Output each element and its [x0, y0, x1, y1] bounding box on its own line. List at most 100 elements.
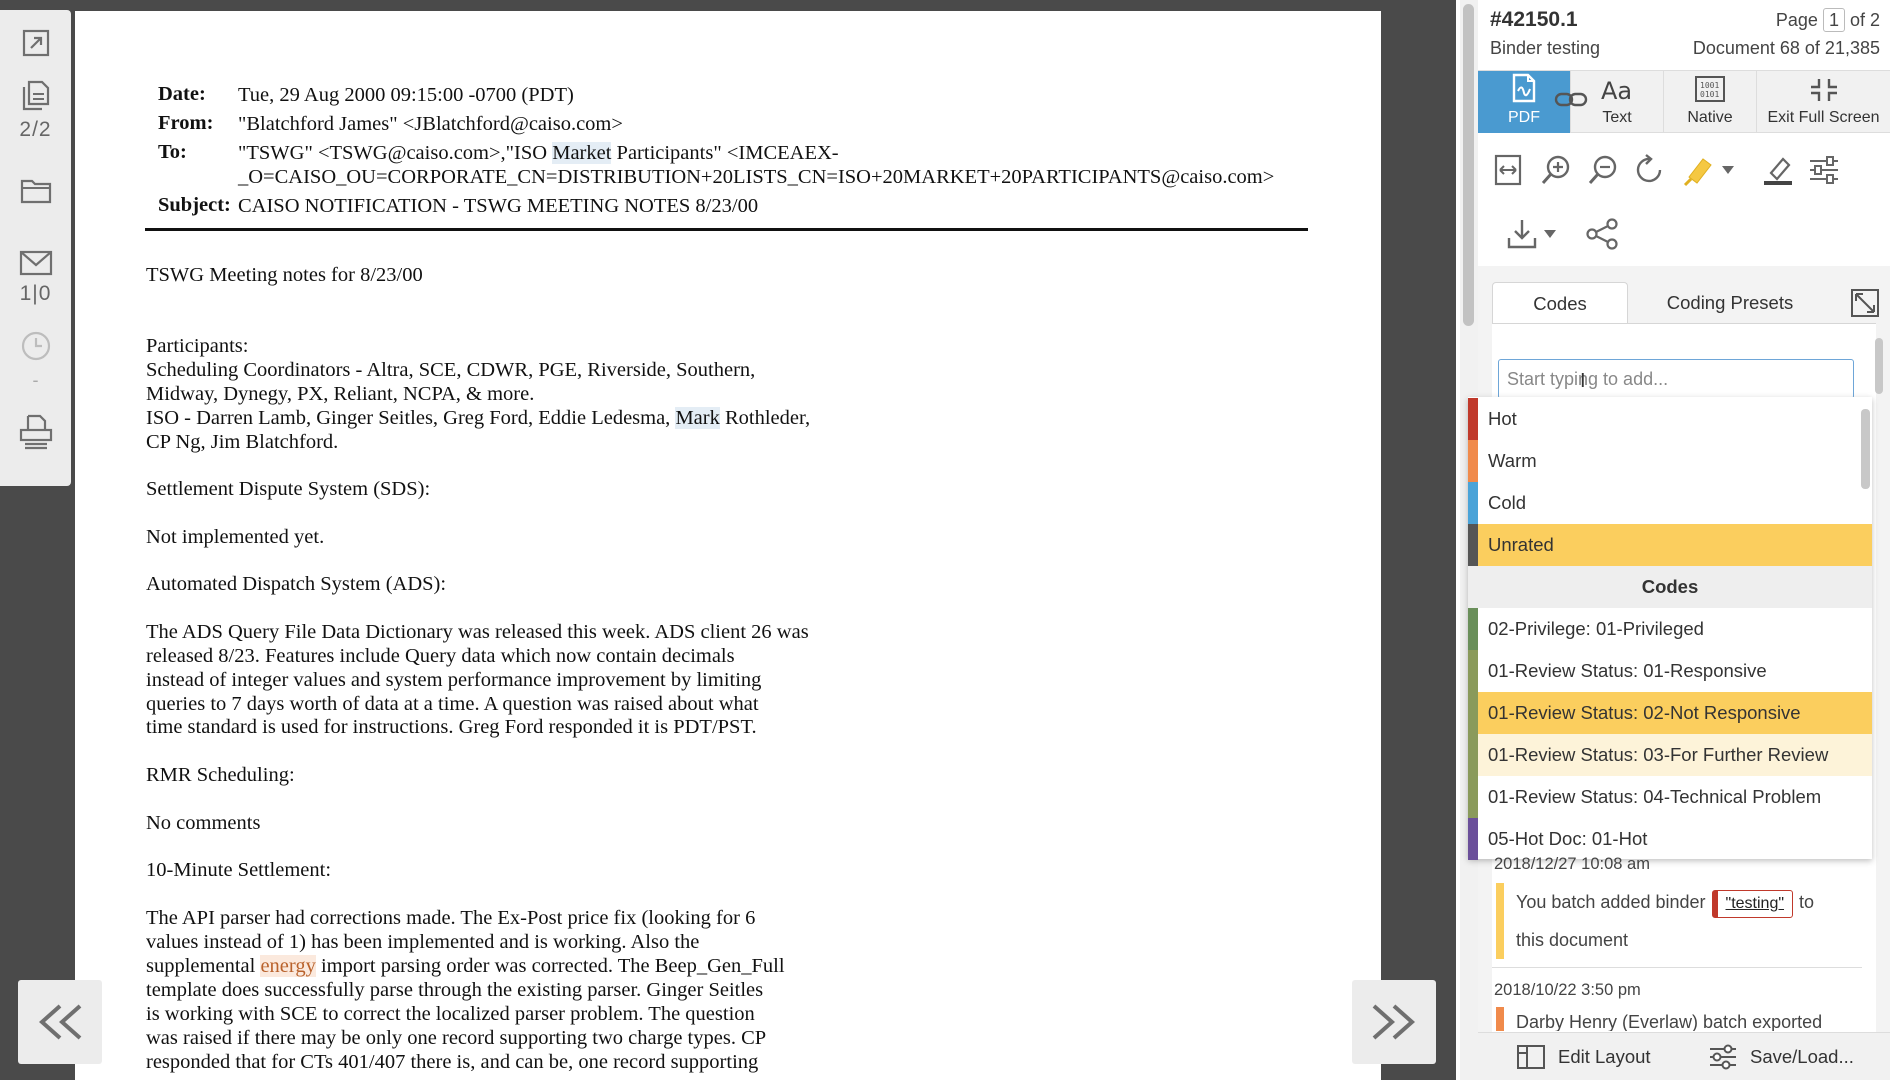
collapse-icon	[1810, 79, 1837, 101]
expand-button[interactable]	[0, 28, 71, 58]
printer-icon	[19, 414, 52, 450]
body-line: No comments	[146, 812, 261, 834]
download-options-dropdown[interactable]	[1540, 224, 1560, 244]
rotate-button[interactable]	[1630, 152, 1670, 188]
download-icon	[1507, 220, 1537, 249]
document-position: Document 68 of 21,385	[1692, 38, 1880, 58]
svg-text:0101: 0101	[1700, 90, 1719, 99]
exit-full-screen-button[interactable]: Exit Full Screen	[1757, 71, 1890, 133]
body-line: RMR Scheduling:	[146, 764, 295, 786]
tab-native[interactable]: 1001 0101 Native	[1664, 71, 1757, 133]
redact-button[interactable]	[1758, 150, 1798, 190]
svg-text:Aa: Aa	[1601, 77, 1632, 103]
header-divider	[145, 228, 1308, 231]
rating-option-unrated[interactable]: Unrated	[1468, 524, 1872, 566]
page-number-input[interactable]: 1	[1822, 8, 1845, 32]
binder-name: Binder testing	[1490, 38, 1601, 58]
scrollbar-thumb[interactable]	[1875, 338, 1883, 394]
fit-width-button[interactable]	[1488, 152, 1528, 188]
svg-text:1001: 1001	[1700, 81, 1719, 90]
body-line: ISO - Darren Lamb, Ginger Seitles, Greg …	[146, 407, 811, 429]
sliders-icon	[1810, 156, 1838, 184]
activity-entry: You batch added binder "testing" to this d…	[1496, 883, 1866, 959]
zoom-out-icon	[1588, 155, 1617, 184]
activity-date: 2018/10/22 3:50 pm	[1494, 981, 1641, 999]
folder-button[interactable]	[0, 176, 71, 204]
page-indicator: Page 1 of 2	[1775, 8, 1880, 32]
code-option[interactable]: 01-Review Status: 01-Responsive	[1468, 650, 1872, 692]
tab-coding-presets[interactable]: Coding Presets	[1632, 282, 1828, 324]
pages-count: 2/2	[19, 118, 52, 141]
body-line: queries to 7 days worth of data at a tim…	[146, 693, 759, 715]
tab-text[interactable]: Aa Text	[1571, 71, 1664, 133]
code-option[interactable]: 01-Review Status: 04-Technical Problem	[1468, 776, 1872, 818]
zoom-in-button[interactable]	[1536, 152, 1576, 188]
scrollbar-thumb[interactable]	[1463, 4, 1474, 326]
history-button[interactable]: -	[0, 330, 71, 391]
code-color-bar	[1468, 734, 1478, 776]
download-button[interactable]	[1502, 214, 1542, 254]
share-button[interactable]	[1582, 214, 1622, 254]
print-button[interactable]	[0, 414, 71, 450]
header-date-row: Date: Tue, 29 Aug 2000 09:15:00 -0700 (P…	[158, 83, 574, 106]
email-button[interactable]: 1|0	[0, 250, 71, 306]
save-load-button[interactable]: Save/Load...	[1708, 1033, 1854, 1080]
search-hit-energy: energy	[260, 955, 316, 977]
code-search-input[interactable]	[1498, 359, 1854, 399]
body-line: CP Ng, Jim Blatchford.	[146, 431, 339, 453]
pages-button[interactable]: 2/2	[0, 78, 71, 142]
body-line: responded that for CTs 401/407 there is,…	[146, 1051, 759, 1073]
highlighter-button[interactable]	[1678, 150, 1718, 190]
rating-option-hot[interactable]: Hot	[1468, 398, 1872, 440]
rating-color-bar	[1468, 440, 1478, 482]
expand-coding-button[interactable]	[1850, 288, 1880, 323]
caret-down-icon	[1544, 230, 1556, 238]
body-line: TSWG Meeting notes for 8/23/00	[146, 264, 423, 286]
fit-width-icon	[1494, 154, 1522, 186]
expand-icon	[22, 29, 49, 57]
header-to-row: To: "TSWG" <TSWG@caiso.com>,"ISO Market …	[158, 141, 1275, 188]
caret-down-icon	[1722, 166, 1734, 174]
view-tabs: PDF Aa Text 1001 0101 Native Exit Full Sc…	[1478, 70, 1890, 133]
body-line: instead of integer values and system per…	[146, 669, 762, 691]
edit-layout-button[interactable]: Edit Layout	[1516, 1033, 1651, 1080]
annotation-settings-button[interactable]	[1804, 150, 1844, 190]
codes-scrollbar[interactable]	[1874, 338, 1884, 488]
code-color-bar	[1468, 692, 1478, 734]
zoom-out-button[interactable]	[1583, 152, 1623, 188]
coding-tabs: Codes Coding Presets	[1492, 282, 1890, 324]
code-option[interactable]: 05-Hot Doc: 01-Hot	[1468, 818, 1872, 860]
layout-icon	[1517, 1045, 1545, 1069]
body-line: is working with SCE to correct the local…	[146, 1003, 755, 1025]
code-option[interactable]: 01-Review Status: 03-For Further Review	[1468, 734, 1872, 776]
highlighter-options-dropdown[interactable]	[1718, 160, 1738, 180]
rating-color-bar	[1468, 524, 1478, 566]
rotate-icon	[1636, 154, 1662, 183]
body-line: Participants:	[146, 335, 249, 357]
body-line: 10-Minute Settlement:	[146, 859, 332, 881]
body-line: Automated Dispatch System (ADS):	[146, 573, 447, 595]
body-line: released 8/23. Features include Query da…	[146, 645, 735, 667]
search-hit-mark: Mark	[675, 407, 720, 429]
code-option[interactable]: 02-Privilege: 01-Privileged	[1468, 608, 1872, 650]
body-line: The ADS Query File Data Dictionary was r…	[146, 621, 809, 643]
dropdown-scrollbar-thumb[interactable]	[1861, 409, 1870, 489]
previous-document-button[interactable]	[18, 980, 102, 1064]
pdf-icon	[1512, 73, 1536, 103]
panel-bottom-bar: Edit Layout Save/Load...	[1478, 1032, 1890, 1080]
body-line: time standard is used for instructions. …	[146, 716, 757, 738]
header-subject-row: Subject: CAISO NOTIFICATION - TSWG MEETI…	[158, 194, 759, 217]
rating-option-warm[interactable]: Warm	[1468, 440, 1872, 482]
document-id: #42150.1	[1490, 8, 1578, 31]
rating-color-bar	[1468, 482, 1478, 524]
envelope-icon	[19, 250, 52, 276]
highlighter-icon	[1683, 158, 1712, 187]
body-line: template does successfully parse through…	[146, 979, 764, 1001]
next-document-button[interactable]	[1352, 980, 1436, 1064]
code-option[interactable]: 01-Review Status: 02-Not Responsive	[1468, 692, 1872, 734]
rating-option-cold[interactable]: Cold	[1468, 482, 1872, 524]
tab-codes[interactable]: Codes	[1492, 282, 1628, 324]
body-line: The API parser had corrections made. The…	[146, 907, 756, 929]
binder-tag-link[interactable]: "testing"	[1711, 890, 1794, 918]
code-color-bar	[1468, 818, 1478, 860]
